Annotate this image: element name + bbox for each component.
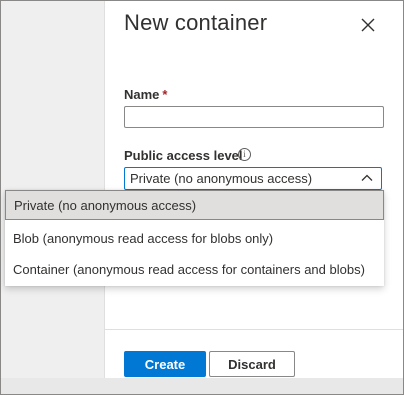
discard-button[interactable]: Discard [209, 351, 295, 377]
info-icon[interactable]: i [238, 148, 251, 161]
background-bottom [1, 378, 403, 394]
chevron-up-icon [361, 174, 373, 181]
option-container[interactable]: Container (anonymous read access for con… [5, 254, 384, 284]
access-level-value: Private (no anonymous access) [130, 171, 313, 186]
option-private[interactable]: Private (no anonymous access) [5, 190, 384, 220]
name-label: Name * [124, 87, 167, 102]
name-label-text: Name [124, 87, 160, 102]
footer-divider [105, 329, 403, 330]
close-icon [361, 18, 375, 32]
access-level-select[interactable]: Private (no anonymous access) [124, 167, 382, 190]
required-asterisk: * [162, 87, 168, 102]
panel-title: New container [124, 10, 268, 35]
name-input[interactable] [124, 106, 384, 128]
option-blob[interactable]: Blob (anonymous read access for blobs on… [5, 223, 384, 253]
create-button[interactable]: Create [124, 351, 206, 377]
access-level-label: Public access level [124, 148, 243, 163]
access-level-dropdown: Private (no anonymous access) Blob (anon… [5, 190, 384, 286]
close-button[interactable] [359, 16, 377, 34]
